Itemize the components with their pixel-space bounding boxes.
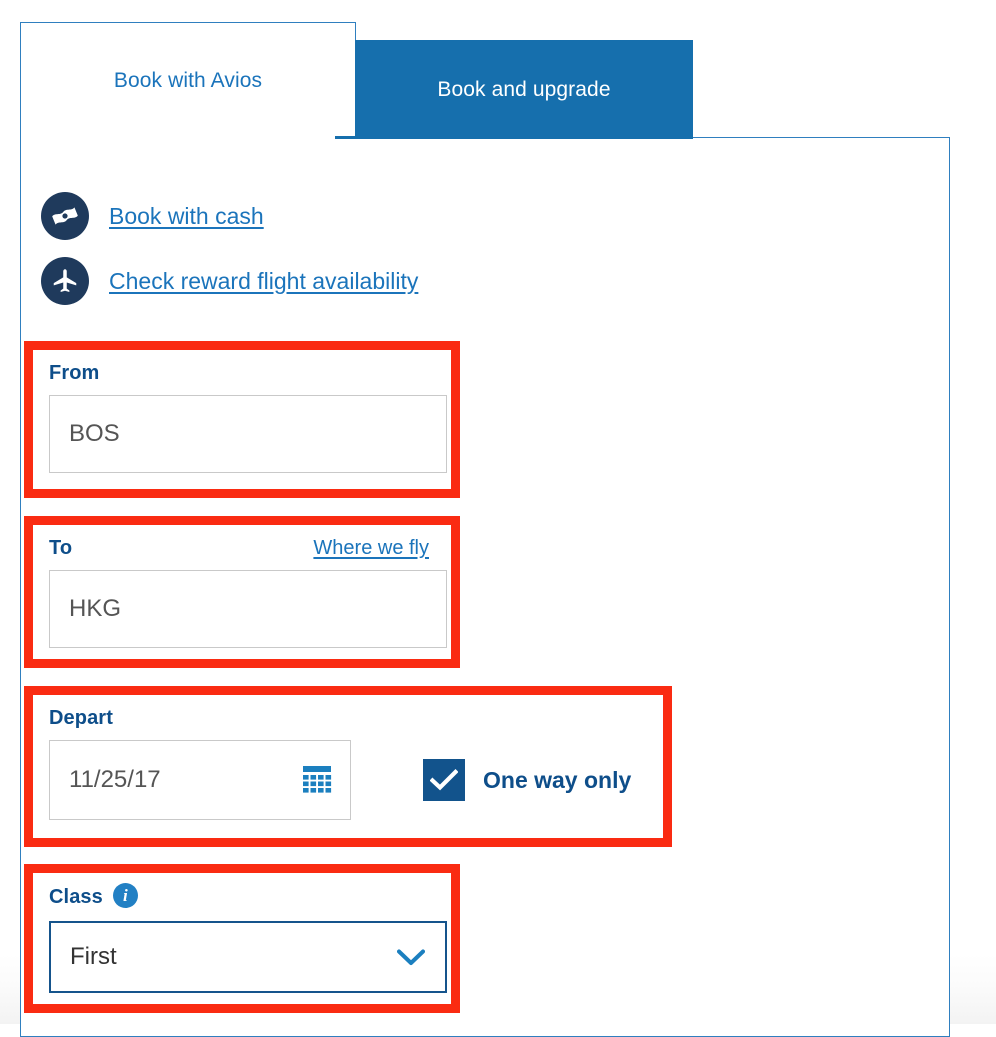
to-field-highlight: To Where we fly HKG xyxy=(24,516,460,668)
quick-links: Book with cash Check reward flight avail… xyxy=(41,192,418,322)
class-field-group: Class i First xyxy=(33,873,451,1004)
one-way-only-control[interactable]: One way only xyxy=(423,759,631,801)
from-input[interactable]: BOS xyxy=(49,395,447,473)
to-label: To xyxy=(49,537,73,559)
depart-date-input[interactable]: 11/25/17 xyxy=(49,740,351,820)
depart-row: 11/25/17 One way only xyxy=(49,740,647,820)
one-way-only-label: One way only xyxy=(483,766,632,793)
tab-book-and-upgrade-label: Book and upgrade xyxy=(437,77,611,101)
tab-book-with-avios-label: Book with Avios xyxy=(113,68,263,92)
quick-link-check-reward-flight-availability[interactable]: Check reward flight availability xyxy=(41,257,418,305)
calendar-icon[interactable] xyxy=(302,766,332,794)
chevron-down-icon[interactable] xyxy=(397,949,425,966)
tab-book-with-avios[interactable]: Book with Avios xyxy=(20,22,356,138)
class-label-row: Class i xyxy=(49,883,435,910)
tab-seam-mask xyxy=(21,136,335,139)
to-label-row: To Where we fly xyxy=(49,537,435,560)
class-label: Class xyxy=(49,886,103,908)
info-icon-glyph: i xyxy=(123,886,128,905)
depart-date-value: 11/25/17 xyxy=(69,766,161,793)
class-select-value: First xyxy=(70,943,117,970)
depart-field-group: Depart 11/25/17 One way only xyxy=(33,695,663,838)
airplane-icon xyxy=(41,257,89,305)
tab-strip: Book with Avios Book and upgrade xyxy=(20,22,942,139)
active-tab-seam xyxy=(335,136,673,139)
quick-link-book-with-cash-label[interactable]: Book with cash xyxy=(109,203,264,230)
from-field-group: From BOS xyxy=(33,350,451,489)
depart-label: Depart xyxy=(49,707,113,729)
class-select[interactable]: First xyxy=(49,921,447,993)
one-way-only-checkbox[interactable] xyxy=(423,759,465,801)
banknote-icon xyxy=(41,192,89,240)
checkmark-icon xyxy=(430,769,458,791)
from-label: From xyxy=(49,362,100,384)
quick-link-book-with-cash[interactable]: Book with cash xyxy=(41,192,418,240)
depart-field-highlight: Depart 11/25/17 One way only xyxy=(24,686,672,847)
info-icon[interactable]: i xyxy=(112,883,138,908)
class-field-highlight: Class i First xyxy=(24,864,460,1013)
to-field-group: To Where we fly HKG xyxy=(33,525,451,659)
to-input[interactable]: HKG xyxy=(49,570,447,648)
from-field-highlight: From BOS xyxy=(24,341,460,498)
quick-link-check-reward-flight-availability-label[interactable]: Check reward flight availability xyxy=(109,268,418,295)
tab-book-and-upgrade[interactable]: Book and upgrade xyxy=(355,40,693,139)
where-we-fly-link[interactable]: Where we fly xyxy=(313,537,429,560)
